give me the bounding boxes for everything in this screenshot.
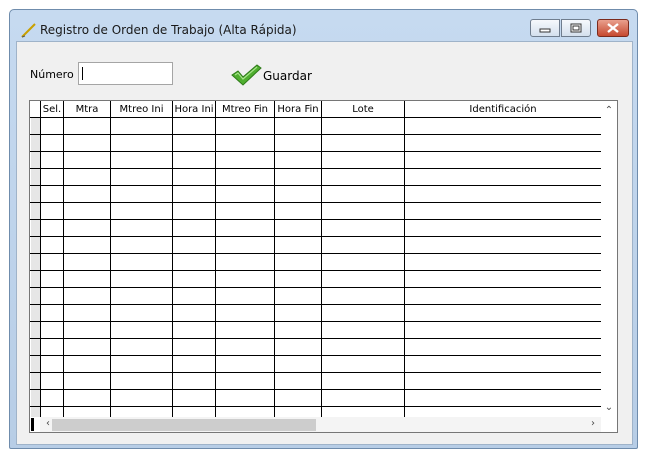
title-bar[interactable]: Registro de Orden de Trabajo (Alta Rápid… [10, 10, 637, 42]
window-title: Registro de Orden de Trabajo (Alta Rápid… [40, 23, 297, 37]
text-caret [82, 67, 83, 80]
checkmark-icon [231, 64, 262, 86]
close-button[interactable] [597, 19, 629, 37]
column-header-lote[interactable]: Lote [322, 102, 404, 117]
column-header-hora-ini[interactable]: Hora Ini [173, 102, 215, 117]
column-header-hora-fin[interactable]: Hora Fin [275, 102, 321, 117]
column-header-mtreo-fin[interactable]: Mtreo Fin [216, 102, 274, 117]
vertical-scrollbar[interactable]: ⌃ ⌄ [601, 102, 617, 417]
save-button[interactable]: Guardar [230, 63, 315, 89]
column-header-mtra[interactable]: Mtra [64, 102, 110, 117]
numero-input[interactable] [78, 62, 173, 85]
scroll-up-arrow-icon[interactable]: ⌃ [601, 105, 617, 117]
column-header-identificacion[interactable]: Identificación [405, 102, 601, 117]
form-client-area: Número Guardar Sel. Mtra Mtreo Ini Hora … [16, 41, 633, 445]
close-icon [607, 23, 619, 33]
minimize-icon [539, 28, 551, 33]
maximize-button[interactable] [561, 19, 591, 37]
column-header-sel[interactable]: Sel. [41, 102, 63, 117]
scroll-down-arrow-icon[interactable]: ⌄ [601, 402, 617, 414]
grid-lines [30, 101, 601, 417]
minimize-button[interactable] [530, 19, 560, 37]
current-row-marker [31, 418, 34, 431]
app-window: Registro de Orden de Trabajo (Alta Rápid… [9, 9, 638, 449]
maximize-icon [570, 23, 582, 33]
column-header-mtreo-ini[interactable]: Mtreo Ini [111, 102, 172, 117]
save-button-label: Guardar [263, 69, 312, 83]
scroll-right-arrow-icon[interactable]: › [585, 418, 601, 430]
numero-label: Número [30, 68, 74, 81]
pencil-app-icon [21, 23, 36, 38]
data-grid[interactable]: Sel. Mtra Mtreo Ini Hora Ini Mtreo Fin H… [29, 100, 618, 433]
horizontal-scroll-thumb[interactable] [52, 419, 316, 431]
horizontal-scrollbar[interactable]: ‹ › [40, 417, 601, 432]
